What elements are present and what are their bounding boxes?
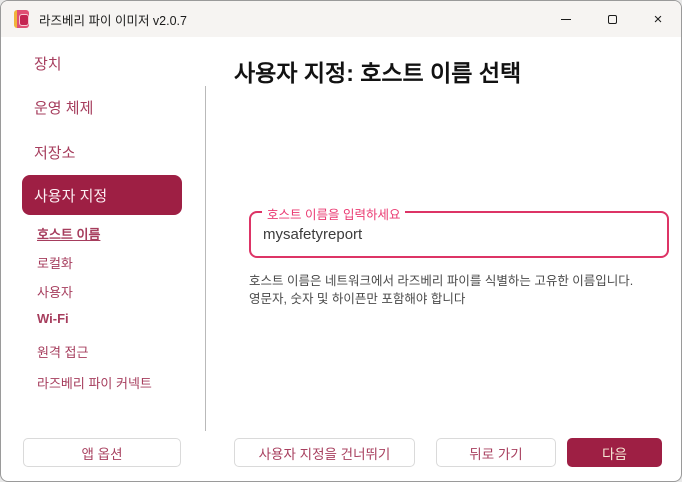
app-icon [14,10,29,28]
back-button[interactable]: 뒤로 가기 [436,438,556,467]
sidebar-item-os[interactable]: 운영 체제 [34,97,93,118]
sidebar-subitem-wifi[interactable]: Wi-Fi [37,311,69,326]
helper-line-2: 영문자, 숫자 및 하이픈만 포함해야 합니다 [249,292,466,307]
sidebar-subitem-remote-access[interactable]: 원격 접근 [37,342,88,361]
maximize-icon [607,14,617,24]
sidebar-subitem-hostname[interactable]: 호스트 이름 [37,224,100,243]
maximize-button[interactable] [589,1,635,37]
minimize-icon [561,18,571,20]
sidebar-item-device[interactable]: 장치 [34,53,62,74]
sidebar-divider [205,86,206,431]
sidebar-subitem-localisation[interactable]: 로컬화 [37,253,73,272]
sidebar-item-customization[interactable]: 사용자 지정 [22,175,182,215]
skip-customization-button[interactable]: 사용자 지정을 건너뛰기 [234,438,415,467]
page-title: 사용자 지정: 호스트 이름 선택 [234,60,522,86]
close-button[interactable]: × [635,1,681,37]
minimize-button[interactable] [543,1,589,37]
sidebar-subitem-rpi-connect[interactable]: 라즈베리 파이 커넥트 [37,373,152,392]
app-options-button[interactable]: 앱 옵션 [23,438,181,467]
hostname-helper-text: 호스트 이름은 네트워크에서 라즈베리 파이를 식별하는 고유한 이름입니다. … [249,272,673,308]
hostname-input[interactable] [263,213,657,256]
raspberry-pi-imager-window: 라즈베리 파이 이미저 v2.0.7 × 장치 운영 체제 저장소 사용자 지정… [0,0,682,482]
sidebar-item-storage[interactable]: 저장소 [34,142,75,163]
window-title: 라즈베리 파이 이미저 v2.0.7 [39,13,187,28]
helper-line-1: 호스트 이름은 네트워크에서 라즈베리 파이를 식별하는 고유한 이름입니다. [249,274,634,288]
sidebar-item-customization-label: 사용자 지정 [34,187,108,205]
close-icon: × [653,10,663,28]
hostname-field-group: 호스트 이름을 입력하세요 [249,204,669,258]
next-button[interactable]: 다음 [567,438,662,467]
titlebar: 라즈베리 파이 이미저 v2.0.7 × [1,1,681,37]
sidebar-subitem-user[interactable]: 사용자 [37,282,73,301]
